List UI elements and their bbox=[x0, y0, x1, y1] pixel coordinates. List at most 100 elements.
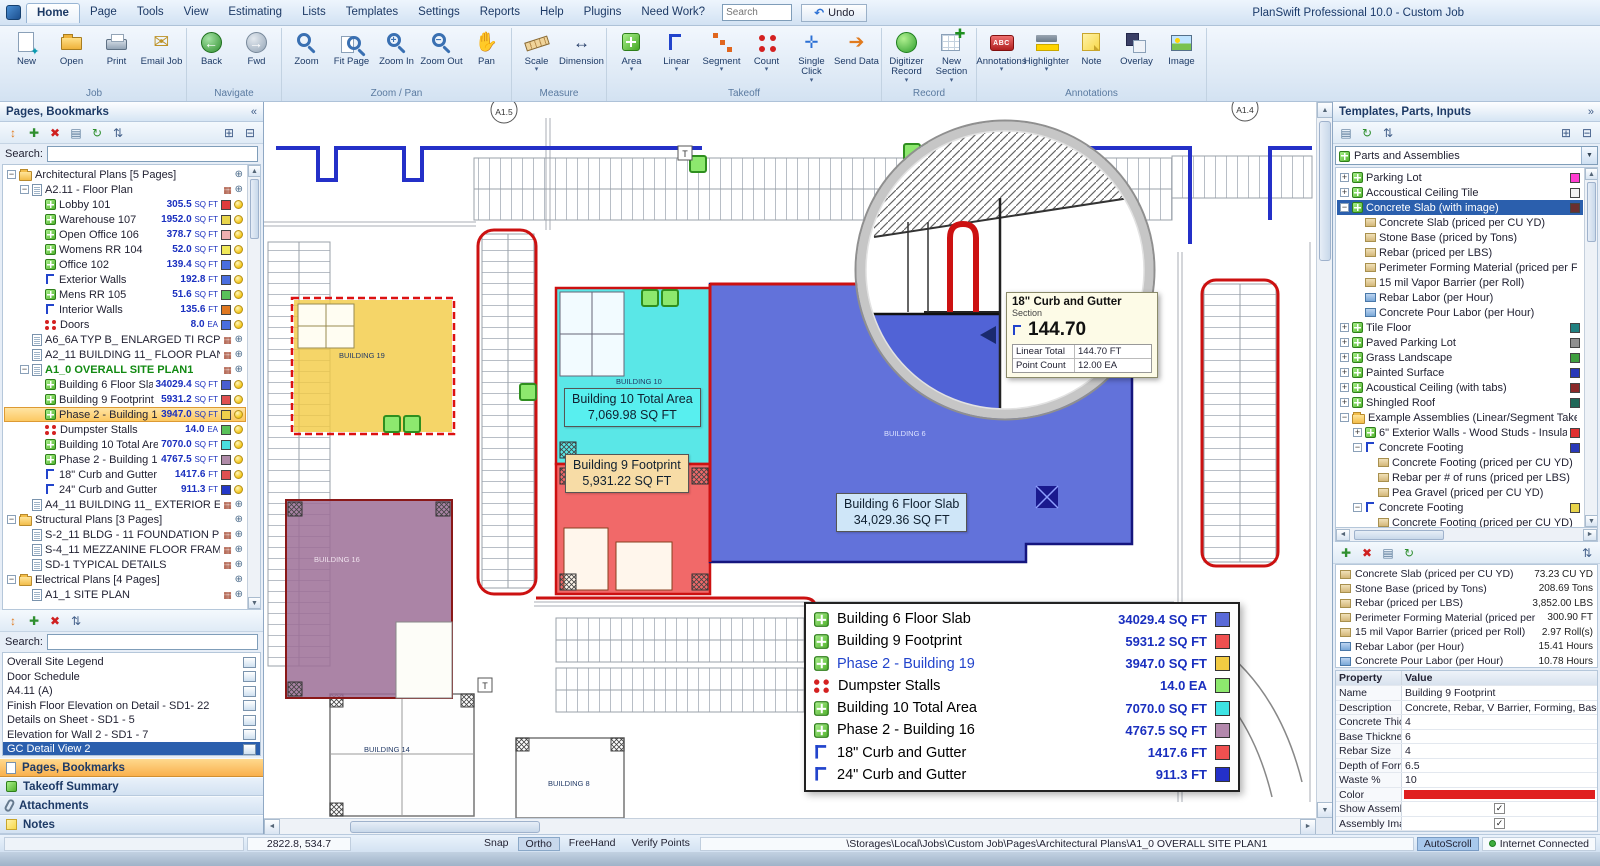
visibility-bulb-icon[interactable] bbox=[234, 485, 243, 494]
color-swatch[interactable] bbox=[1570, 353, 1580, 363]
tree-item-building-9-footprint[interactable]: Building 9 Footprint5931.2 SQ FT bbox=[4, 392, 246, 407]
tree-item-warehouse-107[interactable]: Warehouse 1071952.0 SQ FT bbox=[4, 212, 246, 227]
tree-item-a2-11-floor-plan[interactable]: −A2.11 - Floor Plan▦⊕ bbox=[4, 182, 246, 197]
visibility-bulb-icon[interactable] bbox=[234, 200, 243, 209]
expander-icon[interactable]: + bbox=[1340, 383, 1349, 392]
ribbon-button-send-data[interactable]: ➔Send Data bbox=[834, 28, 879, 69]
tree-item-concrete-footing-priced-per-cu-yd[interactable]: Concrete Footing (priced per CU YD) bbox=[1337, 455, 1583, 470]
color-swatch[interactable] bbox=[1570, 188, 1580, 198]
tree-item-architectural-plans-5-pages[interactable]: −Architectural Plans [5 Pages]⊕ bbox=[4, 167, 246, 182]
scroll-down-icon[interactable]: ▼ bbox=[1585, 515, 1598, 527]
tree-item-rebar-per-of-runs-priced-per-lbs[interactable]: Rebar per # of runs (priced per LBS) bbox=[1337, 470, 1583, 485]
toggle-verify-points[interactable]: Verify Points bbox=[625, 837, 697, 851]
page-tool-icon[interactable]: ▦ bbox=[223, 529, 232, 541]
visibility-bulb-icon[interactable] bbox=[234, 305, 243, 314]
color-swatch[interactable] bbox=[1570, 173, 1580, 183]
ribbon-button-fwd[interactable]: →Fwd bbox=[234, 28, 279, 69]
bookmark-view-icon[interactable] bbox=[243, 671, 256, 682]
bookmark-a4-11-a[interactable]: A4.11 (A) bbox=[3, 684, 260, 699]
page-tool-icon[interactable]: ▦ bbox=[223, 589, 232, 601]
ribbon-button-zoom-in[interactable]: +Zoom In bbox=[374, 28, 419, 69]
bookmark-view-icon[interactable] bbox=[243, 686, 256, 697]
color-swatch[interactable] bbox=[1570, 368, 1580, 378]
color-swatch[interactable] bbox=[221, 425, 231, 435]
reorder-icon[interactable]: ↕ bbox=[5, 125, 21, 141]
accordion-takeoff-summary[interactable]: Takeoff Summary bbox=[0, 777, 263, 796]
scroll-left-icon[interactable]: ◄ bbox=[1336, 529, 1350, 541]
crosshair-icon[interactable]: ⊕ bbox=[235, 544, 243, 556]
tree-item-lobby-101[interactable]: Lobby 101305.5 SQ FT bbox=[4, 197, 246, 212]
menu-tab-tools[interactable]: Tools bbox=[127, 3, 174, 22]
ribbon-button-image[interactable]: Image bbox=[1159, 28, 1204, 69]
part-concrete-slab-priced-per-cu-yd[interactable]: Concrete Slab (priced per CU YD)73.23 CU… bbox=[1336, 567, 1597, 582]
bookmark-elevation-for-wall-2-sd1-7[interactable]: Elevation for Wall 2 - SD1 - 7 bbox=[3, 728, 260, 743]
property-value[interactable]: Concrete, Rebar, V Barrier, Forming, Bas… bbox=[1402, 701, 1597, 715]
bookmark-view-icon[interactable] bbox=[243, 729, 256, 740]
part-rebar-labor-per-hour[interactable]: Rebar Labor (per Hour)15.41 Hours bbox=[1336, 640, 1597, 655]
expander-icon[interactable]: + bbox=[1340, 188, 1349, 197]
refresh-icon[interactable]: ↻ bbox=[89, 125, 105, 141]
menu-tab-templates[interactable]: Templates bbox=[336, 3, 408, 22]
page-tool-icon[interactable]: ▦ bbox=[223, 544, 232, 556]
crosshair-icon[interactable]: ⊕ bbox=[235, 364, 243, 376]
legend-item-24-curb-and-gutter[interactable]: 24" Curb and Gutter911.3 FT bbox=[814, 764, 1230, 786]
color-swatch[interactable] bbox=[221, 245, 231, 255]
scroll-left-icon[interactable]: ◄ bbox=[264, 819, 280, 835]
bookmark-door-schedule[interactable]: Door Schedule bbox=[3, 670, 260, 685]
legend-item-building-10-total-area[interactable]: Building 10 Total Area7070.0 SQ FT bbox=[814, 697, 1230, 719]
scroll-down-icon[interactable]: ▼ bbox=[1317, 802, 1332, 818]
color-swatch[interactable] bbox=[1570, 323, 1580, 333]
ribbon-button-overlay[interactable]: Overlay bbox=[1114, 28, 1159, 69]
tree-item-concrete-footing[interactable]: −Concrete Footing bbox=[1337, 440, 1583, 455]
visibility-bulb-icon[interactable] bbox=[234, 395, 243, 404]
delete-icon[interactable]: ✖ bbox=[47, 125, 63, 141]
tree-item-concrete-slab-priced-per-cu-yd[interactable]: Concrete Slab (priced per CU YD) bbox=[1337, 215, 1583, 230]
crosshair-icon[interactable]: ⊕ bbox=[235, 499, 243, 511]
legend-item-dumpster-stalls[interactable]: Dumpster Stalls14.0 EA bbox=[814, 675, 1230, 697]
crosshair-icon[interactable]: ⊕ bbox=[235, 169, 243, 181]
visibility-bulb-icon[interactable] bbox=[234, 260, 243, 269]
list-icon[interactable]: ▤ bbox=[1380, 545, 1396, 561]
scroll-down-icon[interactable]: ▼ bbox=[248, 597, 261, 609]
bookmark-view-icon[interactable] bbox=[243, 700, 256, 711]
page-tool-icon[interactable]: ▦ bbox=[223, 334, 232, 346]
color-swatch[interactable] bbox=[221, 290, 231, 300]
ribbon-button-new-section[interactable]: ✚New Section▾ bbox=[929, 28, 974, 86]
delete-icon[interactable]: ✖ bbox=[1359, 545, 1375, 561]
plan-canvas[interactable]: T T A1.5 A1.4 BUILDING 19 BUILDING 10 BU… bbox=[264, 102, 1332, 834]
tree-item-accoustical-ceiling-tile[interactable]: +Accoustical Ceiling Tile bbox=[1337, 185, 1583, 200]
global-search-input[interactable] bbox=[722, 4, 792, 21]
color-swatch[interactable] bbox=[221, 455, 231, 465]
menu-tab-reports[interactable]: Reports bbox=[470, 3, 530, 22]
sort-icon[interactable]: ⇅ bbox=[68, 613, 84, 629]
bookmark-finish-floor-elevation-on-detail-sd1-22[interactable]: Finish Floor Elevation on Detail - SD1- … bbox=[3, 699, 260, 714]
expander-icon[interactable]: + bbox=[1340, 353, 1349, 362]
crosshair-icon[interactable]: ⊕ bbox=[235, 559, 243, 571]
tree-item-pea-gravel-priced-per-cu-yd[interactable]: Pea Gravel (priced per CU YD) bbox=[1337, 485, 1583, 500]
tree-item-interior-walls[interactable]: Interior Walls135.6 FT bbox=[4, 302, 246, 317]
tree-item-example-assemblies-linear-segment-takeo[interactable]: −Example Assemblies (Linear/Segment Take… bbox=[1337, 410, 1583, 425]
checkbox-checked-icon[interactable]: ✓ bbox=[1494, 803, 1505, 814]
tree-item-concrete-pour-labor-per-hour[interactable]: Concrete Pour Labor (per Hour) bbox=[1337, 305, 1583, 320]
visibility-bulb-icon[interactable] bbox=[234, 245, 243, 254]
pages-search-input[interactable] bbox=[47, 146, 258, 162]
undo-button[interactable]: ↶ Undo bbox=[801, 4, 867, 22]
takeoff-building-19-area[interactable] bbox=[292, 298, 454, 434]
expander-icon[interactable]: − bbox=[1340, 203, 1349, 212]
property-value[interactable]: 6 bbox=[1402, 730, 1597, 744]
bookmark-view-icon[interactable] bbox=[243, 744, 256, 755]
menu-tab-settings[interactable]: Settings bbox=[408, 3, 470, 22]
tree-item-office-102[interactable]: Office 102139.4 SQ FT bbox=[4, 257, 246, 272]
crosshair-icon[interactable]: ⊕ bbox=[235, 574, 243, 586]
color-swatch[interactable] bbox=[221, 305, 231, 315]
crosshair-icon[interactable]: ⊕ bbox=[235, 184, 243, 196]
expander-icon[interactable]: + bbox=[1340, 323, 1349, 332]
color-swatch[interactable] bbox=[221, 260, 231, 270]
tree-item-sd-1-typical-details[interactable]: SD-1 TYPICAL DETAILS▦⊕ bbox=[4, 557, 246, 572]
ribbon-button-zoom[interactable]: Zoom bbox=[284, 28, 329, 69]
ribbon-button-highlighter[interactable]: Highlighter▾ bbox=[1024, 28, 1069, 75]
tree-item-grass-landscape[interactable]: +Grass Landscape bbox=[1337, 350, 1583, 365]
color-swatch[interactable] bbox=[1570, 383, 1580, 393]
bookmark-overall-site-legend[interactable]: Overall Site Legend bbox=[3, 655, 260, 670]
tree-item-stone-base-priced-by-tons[interactable]: Stone Base (priced by Tons) bbox=[1337, 230, 1583, 245]
